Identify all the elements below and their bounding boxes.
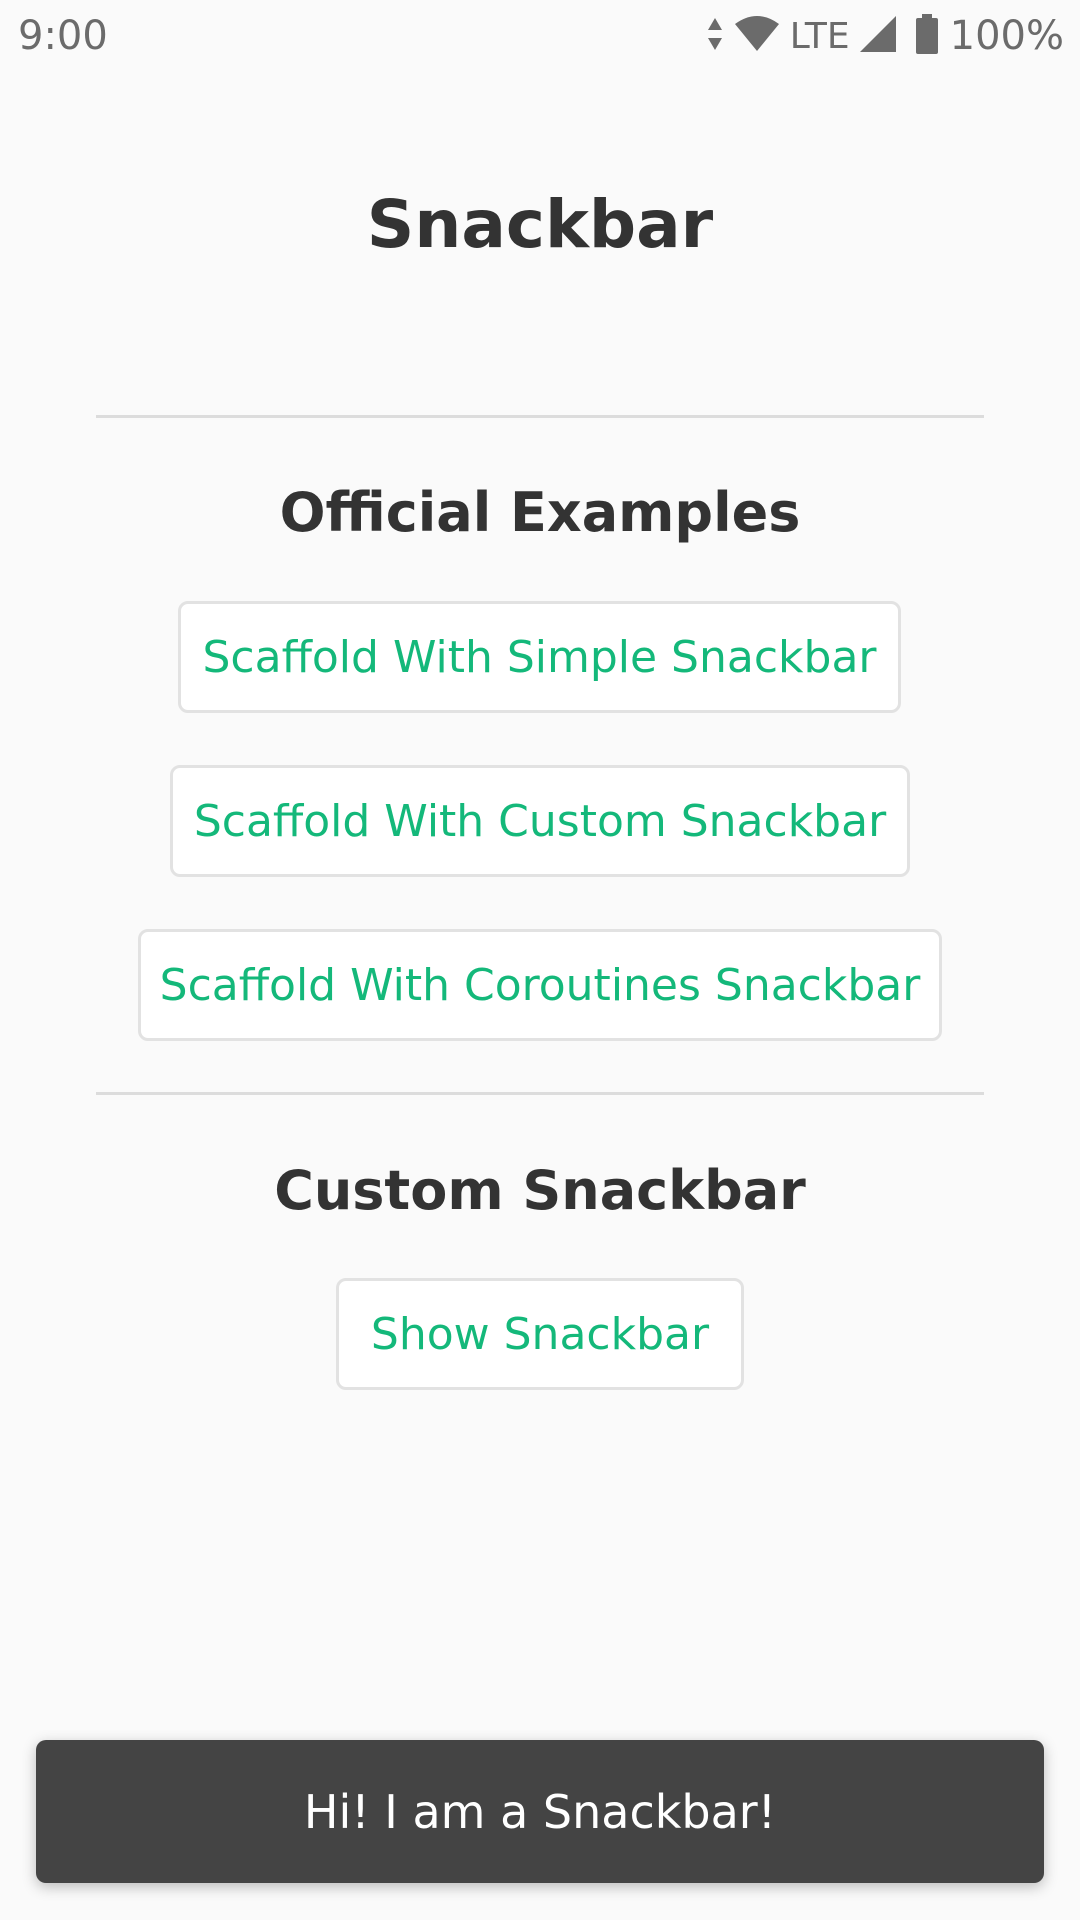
- divider: [96, 1092, 984, 1095]
- status-bar: 9:00 LTE 100%: [0, 0, 1080, 72]
- status-time: 9:00: [18, 13, 108, 59]
- network-type: LTE: [789, 15, 850, 57]
- battery-icon: [915, 14, 938, 58]
- page-title: Snackbar: [366, 186, 714, 263]
- screen: 9:00 LTE 100% Snackbar Official Examples…: [0, 0, 1080, 1920]
- wifi-icon: [734, 16, 780, 56]
- coroutines-snackbar-button[interactable]: Scaffold With Coroutines Snackbar: [138, 929, 942, 1041]
- section-heading-official: Official Examples: [279, 481, 801, 544]
- section-heading-custom: Custom Snackbar: [274, 1159, 806, 1222]
- battery-percent: 100%: [949, 13, 1064, 59]
- data-arrows-icon: [706, 16, 724, 56]
- status-icons: LTE 100%: [696, 13, 1064, 59]
- custom-snackbar-button[interactable]: Scaffold With Custom Snackbar: [170, 765, 910, 877]
- signal-icon: [859, 16, 896, 56]
- snackbar: Hi! I am a Snackbar!: [36, 1740, 1044, 1883]
- show-snackbar-button[interactable]: Show Snackbar: [336, 1278, 744, 1390]
- snackbar-message: Hi! I am a Snackbar!: [303, 1784, 777, 1839]
- divider: [96, 415, 984, 418]
- simple-snackbar-button[interactable]: Scaffold With Simple Snackbar: [178, 601, 901, 713]
